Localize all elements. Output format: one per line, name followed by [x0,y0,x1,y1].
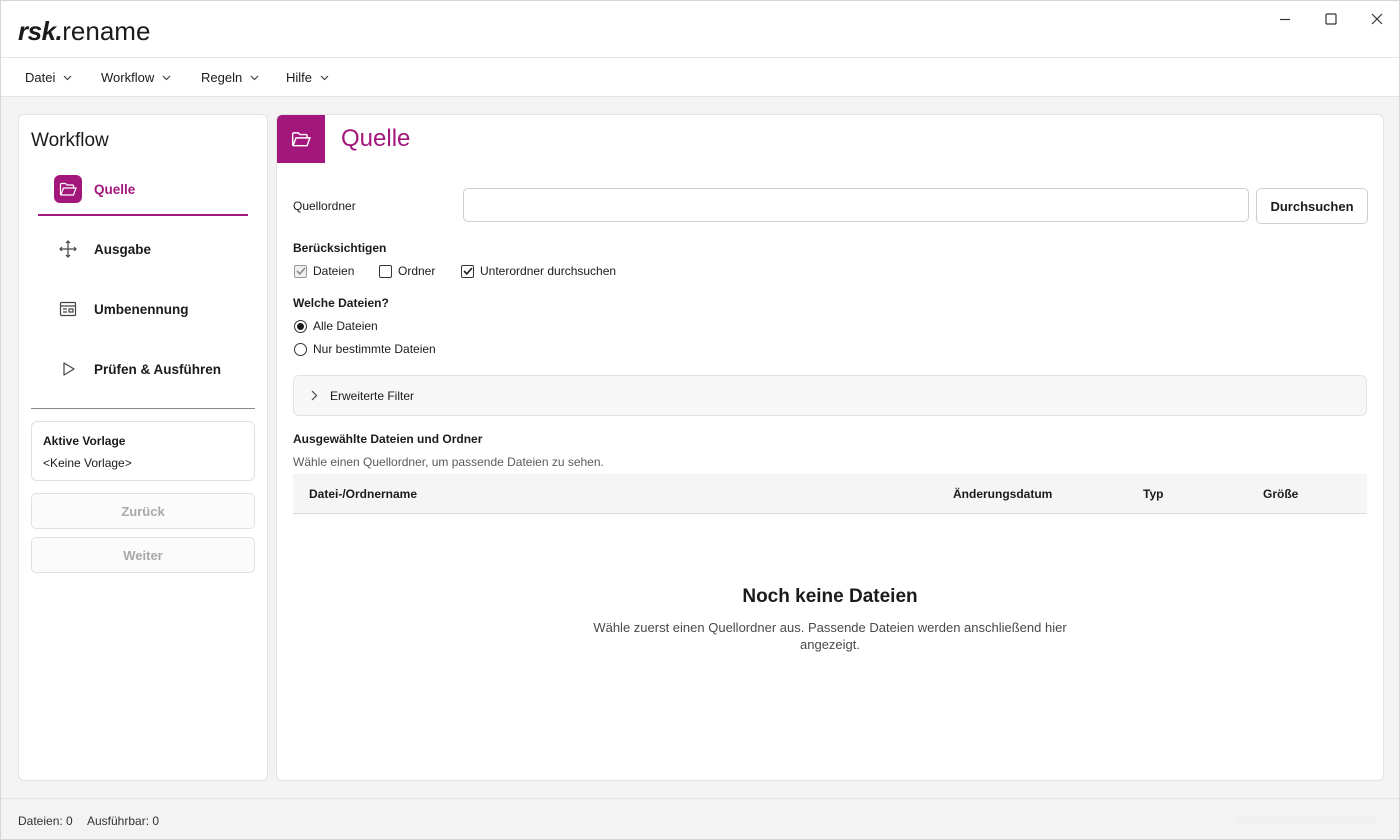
menu-datei[interactable]: Datei [25,58,72,97]
next-button[interactable]: Weiter [31,537,255,573]
status-executable-count: Ausführbar: 0 [87,814,160,828]
column-modified[interactable]: Änderungsdatum [953,474,1052,514]
radio-alle-dateien[interactable]: Alle Dateien [294,319,378,333]
menu-workflow[interactable]: Workflow [101,58,171,97]
status-bar: Dateien: 0 Ausführbar: 0 [1,798,1399,839]
workflow-sidebar: Workflow Quelle Ausgabe Umbenennung Prüf… [18,114,268,781]
column-size[interactable]: Größe [1263,474,1298,514]
step-label: Prüfen & Ausführen [94,361,222,377]
advanced-filter-label: Erweiterte Filter [330,388,415,403]
checkbox-unterordner[interactable]: Unterordner durchsuchen [461,264,616,278]
chevron-down-icon [320,75,329,80]
radio-label: Nur bestimmte Dateien [313,342,436,356]
chevron-right-icon [311,390,318,401]
menu-label: Hilfe [286,70,313,85]
menu-label: Regeln [201,70,243,85]
play-icon [54,355,82,383]
chevron-down-icon [162,75,171,80]
which-files-label: Welche Dateien? [293,296,389,310]
step-ausgabe[interactable]: Ausgabe [38,225,248,273]
source-folder-label: Quellordner [293,199,356,213]
empty-state-title: Noch keine Dateien [742,586,918,607]
column-type[interactable]: Typ [1143,474,1163,514]
app-logo: rsk.rename [18,16,151,46]
checkbox-dateien[interactable]: Dateien [294,264,354,278]
radio-nur-bestimmte-dateien[interactable]: Nur bestimmte Dateien [294,342,436,356]
minimize-icon [1280,18,1290,21]
checkbox [294,264,307,278]
empty-state-text: Wähle zuerst einen Quellordner aus. Pass… [593,620,1067,652]
menu-bar: Datei Workflow Regeln Hilfe [1,57,1399,97]
folder-open-icon [54,175,82,203]
step-label: Quelle [94,181,136,197]
maximize-icon [1325,13,1337,25]
chevron-down-icon [63,75,72,80]
status-files-count: Dateien: 0 [18,814,73,828]
column-name[interactable]: Datei-/Ordnername [309,474,417,514]
maximize-button[interactable] [1319,7,1343,31]
step-pruefen-ausfuehren[interactable]: Prüfen & Ausführen [38,345,248,393]
step-label: Ausgabe [94,241,152,257]
consider-label: Berücksichtigen [293,241,387,255]
menu-label: Workflow [101,70,155,85]
advanced-filter-expander[interactable]: Erweiterte Filter [293,375,1367,416]
step-quelle[interactable]: Quelle [38,165,248,216]
selected-files-title: Ausgewählte Dateien und Ordner [293,432,483,446]
active-template-box: Aktive Vorlage <Keine Vorlage> [31,421,255,481]
page-title: Quelle [341,125,411,152]
close-button[interactable] [1365,7,1389,31]
minimize-button[interactable] [1273,7,1297,31]
source-panel: Quelle Quellordner Durchsuchen Berücksic… [276,114,1384,781]
active-template-title: Aktive Vorlage [43,434,126,448]
checkbox-label: Unterordner durchsuchen [480,264,617,278]
template-icon [54,295,82,323]
menu-hilfe[interactable]: Hilfe [286,58,329,97]
sidebar-title: Workflow [31,130,109,151]
selected-files-hint: Wähle einen Quellordner, um passende Dat… [293,455,604,469]
app-window: rsk.rename Datei Workflow Regeln Hilfe W… [0,0,1400,840]
back-button[interactable]: Zurück [31,493,255,529]
title-bar: rsk.rename [1,1,1399,57]
checkbox [461,264,474,278]
step-umbenennung[interactable]: Umbenennung [38,285,248,333]
checkbox-label: Ordner [398,264,436,278]
radio [294,319,307,333]
checkbox-ordner[interactable]: Ordner [379,264,435,278]
checkbox-label: Dateien [313,264,355,278]
menu-regeln[interactable]: Regeln [201,58,259,97]
chevron-down-icon [250,75,259,80]
source-folder-input[interactable] [463,188,1249,222]
browse-button[interactable]: Durchsuchen [1256,188,1368,224]
radio-label: Alle Dateien [313,319,378,333]
folder-open-icon [277,115,325,163]
files-table-header: Datei-/Ordnername Änderungsdatum Typ Grö… [293,474,1367,514]
radio [294,342,307,356]
menu-label: Datei [25,70,56,85]
checkbox [379,264,392,278]
step-label: Umbenennung [94,301,189,317]
close-icon [1371,13,1383,25]
active-template-value: <Keine Vorlage> [43,456,132,470]
progress-bar [1236,816,1376,824]
sidebar-divider [31,408,255,409]
move-arrows-icon [54,235,82,263]
